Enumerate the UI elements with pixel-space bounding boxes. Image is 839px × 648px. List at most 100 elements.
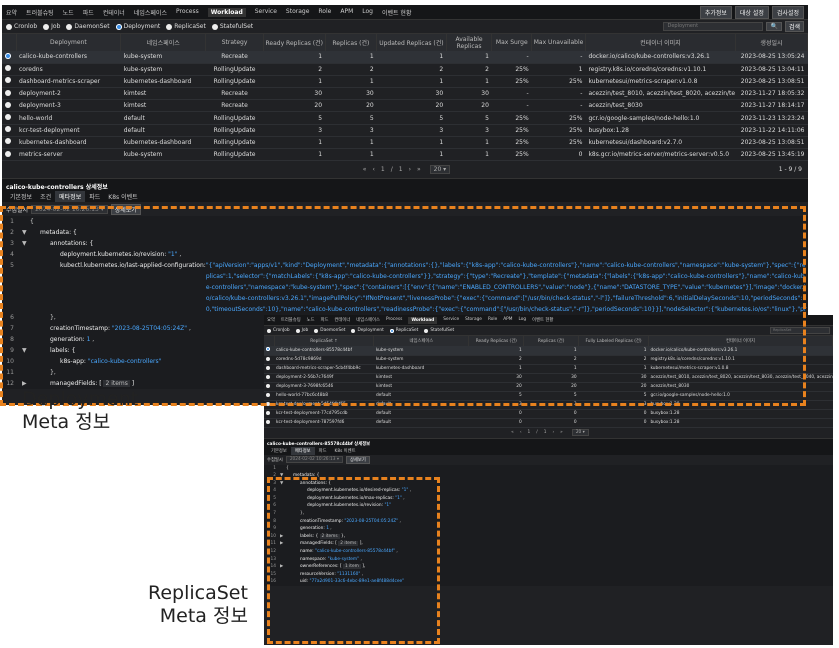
- table-row[interactable]: metrics-server kube-system RollingUpdate 1 1…: [2, 148, 808, 162]
- menu-item-1[interactable]: 트러블슈팅: [26, 8, 54, 17]
- column-header[interactable]: Strategy: [205, 34, 264, 51]
- column-header[interactable]: Max Unavailable: [531, 34, 586, 51]
- radio-dot-icon[interactable]: [389, 328, 394, 333]
- code-token[interactable]: 2 items: [338, 541, 359, 547]
- column-header[interactable]: 컨테이너 이미지: [648, 336, 833, 346]
- radio-dot-icon[interactable]: [115, 23, 122, 30]
- table-row[interactable]: deployment-3-7698fc6546 kimtest 20 20 20 acez…: [264, 382, 833, 392]
- row-select-cell[interactable]: [2, 136, 16, 150]
- filter-radio-replicaset[interactable]: ReplicaSet: [166, 23, 206, 30]
- row-radio-icon[interactable]: [266, 401, 270, 406]
- menu-item-6[interactable]: Process: [176, 8, 199, 17]
- tab-1[interactable]: 조건: [36, 191, 55, 202]
- column-header[interactable]: Deployment: [16, 34, 122, 51]
- menu-item-3[interactable]: 파드: [321, 317, 329, 324]
- top-right-button[interactable]: 검사설정: [771, 5, 804, 19]
- table-row[interactable]: dashboard-metrics-scraper-5cb4f4bb9c kube…: [264, 364, 833, 374]
- row-select-cell[interactable]: [2, 148, 16, 162]
- radio-dot-icon[interactable]: [211, 23, 218, 30]
- row-radio-icon[interactable]: [266, 410, 270, 415]
- column-header[interactable]: Fully Labeled Replicas (건): [578, 336, 649, 346]
- menu-item-3[interactable]: 파드: [83, 8, 94, 17]
- top-right-button[interactable]: 대상 설정: [734, 5, 769, 19]
- row-select-cell[interactable]: [264, 355, 274, 365]
- menu-item-9[interactable]: Storage: [465, 317, 482, 324]
- row-radio-icon[interactable]: [266, 347, 270, 352]
- menu-item-10[interactable]: Role: [318, 8, 331, 17]
- radio-dot-icon[interactable]: [6, 23, 12, 30]
- column-header[interactable]: Max Surge: [491, 34, 533, 51]
- filter-radio-job[interactable]: Job: [43, 23, 60, 30]
- collect-time-select[interactable]: 2024-02-02 10:26:13 ▾: [31, 204, 108, 214]
- menu-item-0[interactable]: 요약: [267, 317, 275, 324]
- row-radio-icon[interactable]: [5, 52, 11, 59]
- row-select-cell[interactable]: [264, 364, 274, 374]
- tab-0[interactable]: 기본정보: [6, 191, 36, 202]
- table-row[interactable]: dashboard-metrics-scraper kubernetes-dash…: [2, 75, 808, 89]
- tab-3[interactable]: 파드: [85, 191, 104, 202]
- table-row[interactable]: calico-kube-controllers-85578c44bf kube-s…: [264, 346, 833, 356]
- row-select-cell[interactable]: [2, 75, 16, 89]
- row-radio-icon[interactable]: [5, 138, 11, 145]
- column-header[interactable]: 네임스페이스: [120, 34, 207, 51]
- code-token[interactable]: 2 items: [319, 533, 340, 539]
- table-row[interactable]: calico-kube-controllers kube-system Recrea…: [2, 51, 808, 64]
- menu-item-6[interactable]: Process: [386, 317, 402, 324]
- filter-radio-replicaset[interactable]: ReplicaSet: [389, 328, 418, 333]
- table-row[interactable]: kcr-test-deployment-77cd795cdb default 0 0 0…: [264, 409, 833, 419]
- row-radio-icon[interactable]: [5, 150, 11, 157]
- page-size-select[interactable]: 20 ▾: [429, 165, 451, 175]
- column-header[interactable]: Updated Replicas (건): [376, 34, 447, 51]
- page-size-select[interactable]: 20 ▾: [571, 429, 589, 436]
- tab-1[interactable]: 메타정보: [290, 446, 315, 455]
- search-input[interactable]: Deployment: [663, 22, 764, 31]
- filter-radio-cronjob[interactable]: CronJob: [267, 328, 290, 333]
- row-select-cell[interactable]: [264, 400, 274, 410]
- radio-dot-icon[interactable]: [43, 23, 50, 30]
- menu-item-1[interactable]: 트러블슈팅: [281, 317, 301, 324]
- filter-radio-job[interactable]: Job: [295, 328, 308, 333]
- toggle-arrow-icon[interactable]: ▼: [22, 227, 30, 238]
- table-row[interactable]: deployment-3 kimtest Recreate 20 20 20 20- - ace…: [2, 99, 808, 113]
- row-select-cell[interactable]: [264, 373, 274, 383]
- column-header[interactable]: ReplicaSet ↑: [274, 336, 375, 346]
- menu-item-8[interactable]: Service: [255, 8, 277, 17]
- menu-item-5[interactable]: 네임스페이스: [134, 8, 167, 17]
- pager-first[interactable]: «: [363, 166, 367, 173]
- column-header[interactable]: Ready Replicas (건): [263, 34, 326, 51]
- column-header[interactable]: Replicas (건): [325, 34, 378, 51]
- detail-view-button[interactable]: 상세보기: [345, 455, 370, 464]
- radio-dot-icon[interactable]: [351, 328, 356, 333]
- code-token[interactable]: 2 items: [103, 380, 130, 388]
- table-row[interactable]: kcr-test-deployment-787597fd6 default 0 0 0 b…: [264, 418, 833, 428]
- menu-item-11[interactable]: APM: [503, 317, 512, 324]
- toggle-arrow-icon[interactable]: ▼: [22, 345, 30, 356]
- radio-dot-icon[interactable]: [267, 328, 271, 333]
- menu-item-2[interactable]: 노드: [307, 317, 315, 324]
- row-select-cell[interactable]: [264, 418, 274, 428]
- search-input[interactable]: ReplicaSet: [770, 327, 830, 334]
- column-header[interactable]: 컨테이너 이미지: [585, 34, 736, 51]
- menu-item-13[interactable]: 이벤트 현황: [382, 8, 412, 17]
- menu-item-11[interactable]: APM: [340, 8, 353, 17]
- detail-view-button[interactable]: 상세보기: [110, 203, 141, 215]
- row-radio-icon[interactable]: [266, 365, 270, 370]
- menu-item-7[interactable]: Workload: [408, 316, 438, 324]
- table-row[interactable]: deployment-2-56b7c7649f kimtest 30 30 30 acez…: [264, 373, 833, 383]
- pager-prev[interactable]: ‹: [520, 430, 522, 435]
- tab-4[interactable]: K8s 이벤트: [104, 191, 141, 202]
- column-header[interactable]: Replicas (건): [523, 336, 580, 346]
- row-select-cell[interactable]: [2, 124, 16, 137]
- row-radio-icon[interactable]: [5, 89, 11, 96]
- row-radio-icon[interactable]: [266, 383, 270, 388]
- column-header[interactable]: 네임스페이스: [373, 336, 470, 346]
- table-row[interactable]: hello-world default RollingUpdate 5 5 5 5 25% 25…: [2, 111, 808, 125]
- row-radio-icon[interactable]: [266, 374, 270, 379]
- radio-dot-icon[interactable]: [424, 328, 429, 333]
- row-radio-icon[interactable]: [5, 101, 11, 108]
- search-icon[interactable]: 🔍: [766, 22, 782, 31]
- menu-item-5[interactable]: 네임스페이스: [356, 317, 380, 324]
- pager-last[interactable]: »: [417, 166, 421, 173]
- menu-item-2[interactable]: 노드: [63, 8, 74, 17]
- menu-item-4[interactable]: 컨테이너: [103, 8, 125, 17]
